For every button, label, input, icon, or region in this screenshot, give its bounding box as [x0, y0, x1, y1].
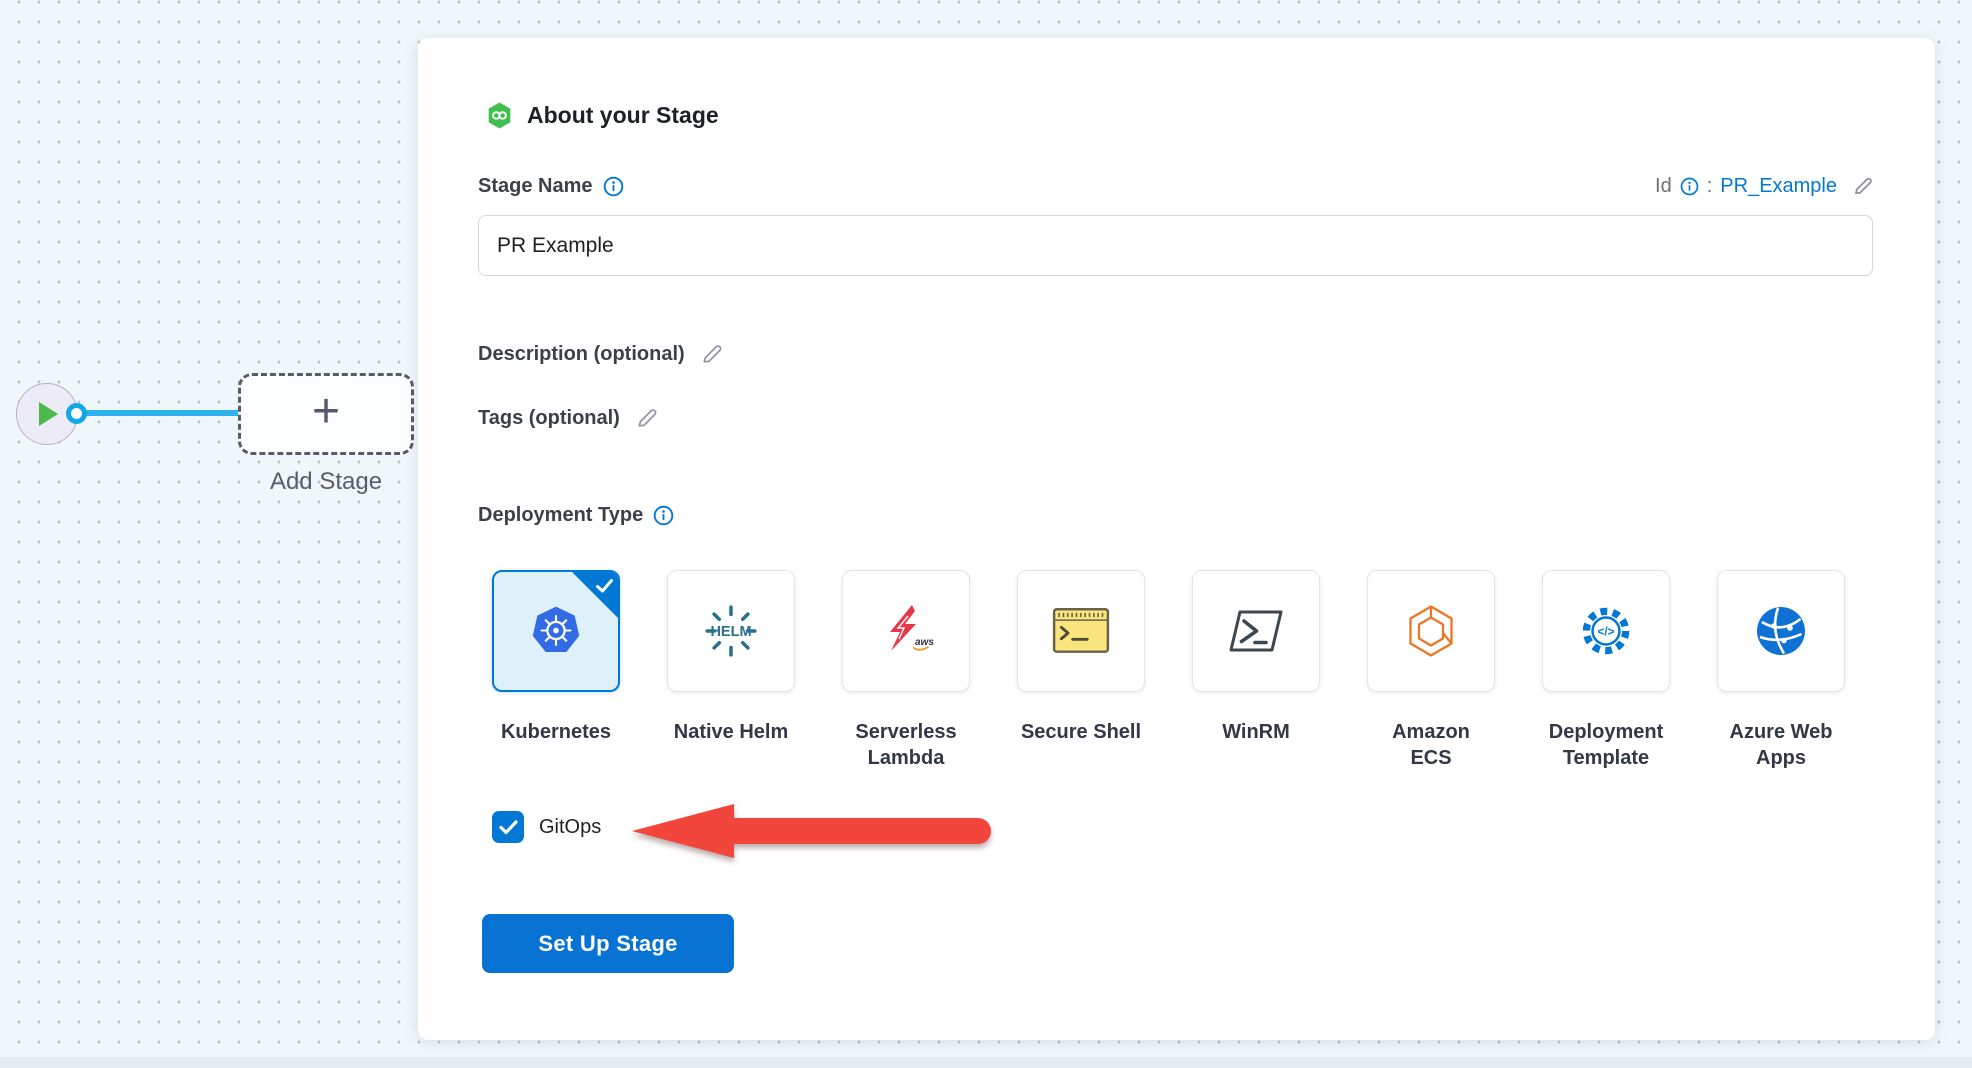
check-icon	[596, 579, 613, 598]
deployment-card-winrm[interactable]	[1192, 570, 1320, 692]
deployment-card-label: Amazon ECS	[1370, 719, 1492, 771]
stage-name-label: Stage Name	[478, 175, 593, 198]
azure-web-apps-globe-icon	[1753, 603, 1809, 659]
page-title: About your Stage	[527, 102, 719, 129]
stage-id-value: PR_Example	[1720, 175, 1837, 198]
winrm-powershell-icon	[1227, 607, 1285, 655]
stage-name-input[interactable]	[478, 215, 1873, 276]
info-icon[interactable]	[1680, 177, 1699, 196]
deployment-card-azure-web-apps[interactable]	[1717, 570, 1845, 692]
connector-line	[85, 410, 238, 416]
deployment-card-amazon-ecs[interactable]	[1367, 570, 1495, 692]
deployment-card-label: WinRM	[1222, 719, 1290, 745]
gitops-label: GitOps	[539, 816, 601, 839]
deployment-card-label: Secure Shell	[1021, 719, 1141, 745]
deployment-card-label: Kubernetes	[501, 719, 611, 745]
svg-text:HELM: HELM	[710, 624, 751, 640]
deployment-type-grid: Kubernetes	[492, 570, 1845, 771]
gitops-checkbox[interactable]	[492, 811, 524, 843]
panel-header: About your Stage	[486, 102, 719, 129]
description-label: Description (optional)	[478, 343, 685, 366]
amazon-ecs-icon	[1403, 603, 1459, 659]
deployment-type-label: Deployment Type	[478, 504, 643, 527]
cd-stage-icon	[486, 102, 513, 129]
serverless-lambda-icon: aws	[878, 603, 934, 659]
edit-id-pencil-icon[interactable]	[1851, 174, 1875, 198]
svg-text:aws: aws	[915, 637, 934, 648]
deployment-card-serverless-lambda[interactable]: aws	[842, 570, 970, 692]
info-icon[interactable]	[653, 505, 674, 526]
deployment-card-secure-shell[interactable]	[1017, 570, 1145, 692]
plus-icon: +	[312, 388, 340, 436]
set-up-stage-button[interactable]: Set Up Stage	[482, 914, 734, 973]
deployment-card-label: Native Helm	[674, 719, 789, 745]
info-icon[interactable]	[603, 176, 624, 197]
play-icon	[39, 402, 58, 426]
deployment-card-label: Azure Web Apps	[1720, 719, 1842, 771]
edit-description-pencil-icon[interactable]	[699, 341, 725, 367]
pipeline-canvas[interactable]: + Add Stage About your Stage Stage Name	[0, 0, 1972, 1068]
add-stage-node[interactable]: +	[238, 373, 414, 455]
deployment-card-label: Deployment Template	[1545, 719, 1667, 771]
about-stage-panel: About your Stage Stage Name Id	[418, 38, 1935, 1040]
canvas-bottom-strip	[0, 1057, 1972, 1068]
template-gear-icon: </>	[1577, 602, 1635, 660]
secure-shell-terminal-icon	[1051, 605, 1111, 657]
annotation-arrow	[628, 800, 996, 869]
helm-icon: HELM	[702, 602, 760, 660]
connector-port[interactable]	[66, 403, 87, 424]
gitops-checkbox-row[interactable]: GitOps	[492, 811, 601, 843]
deployment-card-native-helm[interactable]: HELM	[667, 570, 795, 692]
id-separator: :	[1707, 175, 1713, 198]
id-label: Id	[1655, 175, 1672, 198]
svg-text:</>: </>	[1597, 625, 1614, 639]
add-stage-label: Add Stage	[238, 468, 414, 496]
tags-label: Tags (optional)	[478, 407, 620, 430]
deployment-card-deployment-template[interactable]: </>	[1542, 570, 1670, 692]
deployment-card-kubernetes[interactable]	[492, 570, 620, 692]
deployment-card-label: Serverless Lambda	[845, 719, 967, 771]
edit-tags-pencil-icon[interactable]	[634, 405, 660, 431]
